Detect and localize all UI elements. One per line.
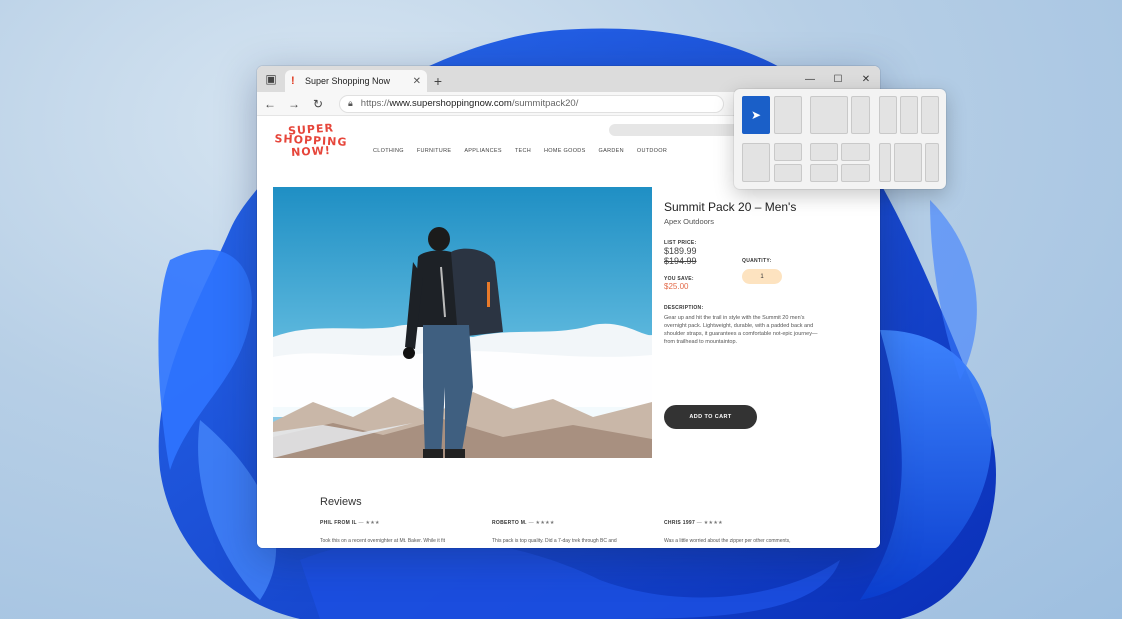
snap-zone-center-third[interactable] (900, 96, 918, 134)
quantity-stepper[interactable]: 1 (742, 269, 782, 284)
quantity-group: QUANTITY: 1 (742, 258, 782, 284)
snap-zone-right-third[interactable] (921, 96, 939, 134)
review-item: ROBERTO M. — ★★★★ This pack is top quali… (492, 520, 652, 544)
review-author: ROBERTO M. — ★★★★ (492, 520, 555, 526)
snap-zone-left-half[interactable] (742, 143, 770, 182)
snap-zone-left-third[interactable] (879, 96, 897, 134)
menu-item-furniture[interactable]: FURNITURE (417, 148, 464, 154)
product-price: $189.99 (664, 246, 697, 256)
menu-item-outdoor[interactable]: OUTDOOR (637, 148, 680, 154)
product-brand[interactable]: Apex Outdoors (664, 217, 864, 226)
menu-item-clothing[interactable]: CLOTHING (373, 148, 417, 154)
snap-zone-center-column[interactable] (894, 143, 922, 182)
menu-item-tech[interactable]: TECH (515, 148, 544, 154)
tab-title: Super Shopping Now (305, 76, 391, 86)
snap-layouts-flyout: ➤ (734, 89, 946, 189)
favicon-icon: ! (291, 75, 295, 87)
site-logo[interactable]: SUPER SHOPPING NOW! (271, 121, 351, 159)
review-author: PHIL FROM IL — ★★★ (320, 520, 380, 526)
site-menu: CLOTHING FURNITURE APPLIANCES TECH HOME … (373, 148, 680, 154)
tab-close-icon[interactable]: ✕ (413, 76, 421, 87)
add-to-cart-button[interactable]: ADD TO CART (664, 405, 757, 429)
snap-zone-left-two-thirds[interactable] (810, 96, 848, 134)
snap-zone-top-right[interactable] (841, 143, 870, 161)
product-description: Gear up and hit the trail in style with … (664, 315, 818, 345)
address-bar[interactable]: 🔒︎ https://www.supershoppingnow.com/summ… (339, 94, 724, 113)
site-search-input[interactable] (609, 124, 749, 136)
menu-item-home-goods[interactable]: HOME GOODS (544, 148, 599, 154)
forward-icon[interactable]: → (287, 97, 301, 111)
menu-item-appliances[interactable]: APPLIANCES (464, 148, 515, 154)
review-author: CHRIS 1997 — ★★★★ (664, 520, 723, 526)
tab-actions-icon[interactable]: ▣ (257, 66, 285, 92)
product-image (273, 187, 652, 458)
url-text: https://www.supershoppingnow.com/summitp… (360, 98, 579, 109)
snap-zone-bottom-right[interactable] (774, 164, 802, 182)
quantity-label: QUANTITY: (742, 258, 772, 264)
product-info: Summit Pack 20 – Men's Apex Outdoors LIS… (664, 200, 864, 429)
product-name: Summit Pack 20 – Men's (664, 200, 797, 214)
back-icon[interactable]: ← (263, 97, 277, 111)
reviews-title: Reviews (320, 496, 362, 508)
menu-item-garden[interactable]: GARDEN (599, 148, 637, 154)
review-item: CHRIS 1997 — ★★★★ Was a little worried a… (664, 520, 824, 544)
snap-zone-bottom-right[interactable] (841, 164, 870, 182)
snap-zone-bottom-left[interactable] (810, 164, 838, 182)
snap-zone-right-third[interactable] (851, 96, 870, 134)
snap-zone-right-column[interactable] (925, 143, 939, 182)
snap-zone-left-column[interactable] (879, 143, 891, 182)
lock-icon: 🔒︎ (348, 98, 353, 108)
tab-super-shopping-now[interactable]: ! Super Shopping Now ✕ (285, 70, 427, 92)
refresh-icon[interactable]: ↻ (311, 97, 325, 111)
snap-zone-top-left[interactable] (810, 143, 838, 161)
review-text: This pack is top quality. Did a 7-day tr… (492, 538, 617, 544)
review-text: Was a little worried about the zipper pe… (664, 538, 791, 544)
snap-zone-right-half[interactable] (774, 96, 802, 134)
new-tab-button[interactable]: + (427, 70, 449, 92)
description-label: DESCRIPTION: (664, 305, 704, 311)
review-item: PHIL FROM IL — ★★★ Took this on a recent… (320, 520, 480, 544)
mouse-pointer-icon: ➤ (751, 108, 762, 122)
snap-zone-top-right[interactable] (774, 143, 802, 161)
review-text: Took this on a recent overnighter at Mt.… (320, 538, 446, 544)
